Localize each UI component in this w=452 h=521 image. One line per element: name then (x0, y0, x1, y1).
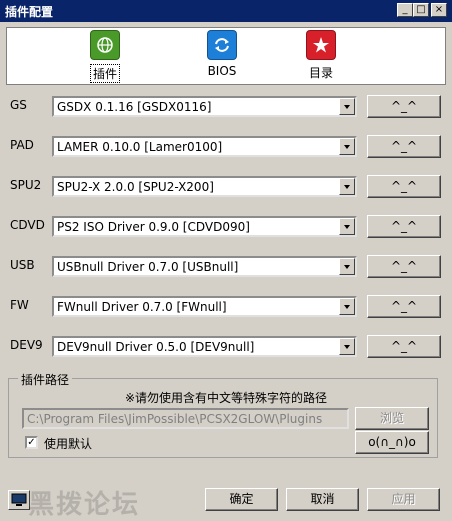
plugin-path-group-title: 插件路径 (18, 371, 73, 388)
chevron-down-icon[interactable] (339, 218, 355, 235)
plugin-path-field[interactable]: C:\Program Files\JimPossible\PCSX2GLOW\P… (22, 408, 349, 429)
browse-button[interactable]: 浏览 (355, 407, 429, 430)
dev9-label: DEV9 (10, 338, 43, 352)
chevron-down-icon[interactable] (339, 258, 355, 275)
use-default-checkbox[interactable]: ✓ (25, 436, 38, 449)
dev9-plugin-value: DEV9null Driver 0.5.0 [DEV9null] (57, 340, 255, 354)
gs-plugin-select[interactable]: GSDX 0.1.16 [GSDX0116] (52, 96, 357, 117)
chevron-down-icon[interactable] (339, 298, 355, 315)
tab-bios-label: BIOS (207, 64, 237, 78)
gs-plugin-value: GSDX 0.1.16 [GSDX0116] (57, 100, 212, 114)
tab-plugins-label: 插件 (89, 64, 120, 83)
usb-label: USB (10, 258, 35, 272)
spu2-label: SPU2 (10, 178, 42, 192)
close-button[interactable]: × (431, 3, 447, 17)
star-icon (306, 30, 336, 60)
chevron-down-icon[interactable] (339, 338, 355, 355)
tab-toolbar: 插件 BIOS 目录 (6, 27, 446, 85)
fw-plugin-value: FWnull Driver 0.7.0 [FWnull] (57, 300, 227, 314)
fw-configure-button[interactable]: ^_^ (367, 295, 441, 318)
fw-label: FW (10, 298, 29, 312)
tab-directories-label: 目录 (308, 66, 333, 80)
cdvd-plugin-value: PS2 ISO Driver 0.9.0 [CDVD090] (57, 220, 250, 234)
cdvd-configure-button[interactable]: ^_^ (367, 215, 441, 238)
monitor-icon[interactable] (8, 490, 30, 510)
gs-label: GS (10, 98, 27, 112)
cdvd-label: CDVD (10, 218, 45, 232)
tab-bios[interactable]: BIOS (187, 30, 257, 84)
globe-icon (90, 30, 120, 60)
cdvd-plugin-select[interactable]: PS2 ISO Driver 0.9.0 [CDVD090] (52, 216, 357, 237)
usb-configure-button[interactable]: ^_^ (367, 255, 441, 278)
spu2-plugin-value: SPU2-X 2.0.0 [SPU2-X200] (57, 180, 214, 194)
chevron-down-icon[interactable] (339, 98, 355, 115)
apply-button[interactable]: 应用 (367, 488, 440, 511)
emoticon-button[interactable]: o(∩_∩)o (355, 431, 429, 454)
fw-plugin-select[interactable]: FWnull Driver 0.7.0 [FWnull] (52, 296, 357, 317)
plugin-path-value: C:\Program Files\JimPossible\PCSX2GLOW\P… (27, 412, 323, 426)
pad-configure-button[interactable]: ^_^ (367, 135, 441, 158)
tab-plugins[interactable]: 插件 (70, 30, 140, 84)
gs-configure-button[interactable]: ^_^ (367, 95, 441, 118)
maximize-button[interactable]: □ (413, 3, 429, 17)
pad-plugin-select[interactable]: LAMER 0.10.0 [Lamer0100] (52, 136, 357, 157)
chevron-down-icon[interactable] (339, 178, 355, 195)
refresh-icon (207, 30, 237, 60)
title-bar: 插件配置 _ □ × (0, 0, 452, 22)
path-warning-note: ※请勿使用含有中文等特殊字符的路径 (124, 391, 328, 405)
dev9-configure-button[interactable]: ^_^ (367, 335, 441, 358)
pad-label: PAD (10, 138, 34, 152)
usb-plugin-select[interactable]: USBnull Driver 0.7.0 [USBnull] (52, 256, 357, 277)
chevron-down-icon[interactable] (339, 138, 355, 155)
ok-button[interactable]: 确定 (205, 488, 278, 511)
spu2-configure-button[interactable]: ^_^ (367, 175, 441, 198)
dev9-plugin-select[interactable]: DEV9null Driver 0.5.0 [DEV9null] (52, 336, 357, 357)
usb-plugin-value: USBnull Driver 0.7.0 [USBnull] (57, 260, 239, 274)
window-title: 插件配置 (5, 5, 54, 19)
cancel-button[interactable]: 取消 (286, 488, 359, 511)
forum-watermark: 黑拨论坛 (28, 490, 141, 520)
pad-plugin-value: LAMER 0.10.0 [Lamer0100] (57, 140, 223, 154)
spu2-plugin-select[interactable]: SPU2-X 2.0.0 [SPU2-X200] (52, 176, 357, 197)
tab-directories[interactable]: 目录 (286, 30, 356, 84)
use-default-label: 使用默认 (44, 437, 93, 451)
minimize-button[interactable]: _ (397, 3, 413, 17)
